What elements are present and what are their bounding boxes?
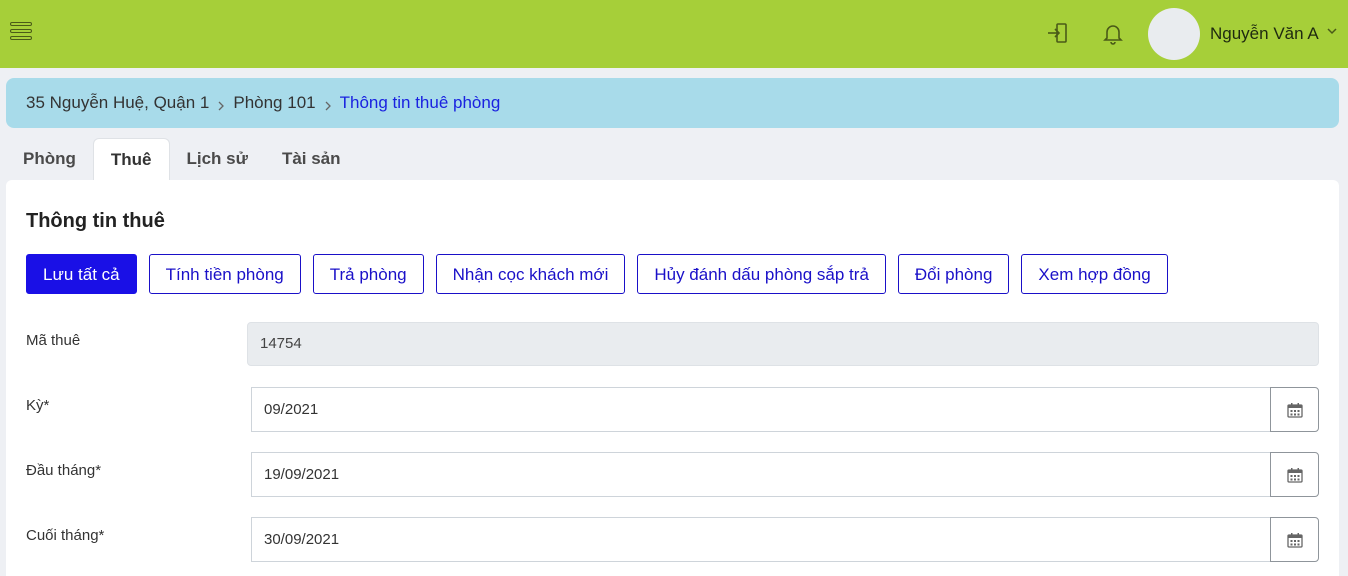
end-date-input[interactable]: 30/09/2021 bbox=[251, 517, 1271, 562]
top-bar: Nguyễn Văn A bbox=[0, 0, 1348, 68]
tab-room[interactable]: Phòng bbox=[6, 138, 93, 181]
tab-bar: Phòng Thuê Lịch sử Tài sản bbox=[6, 138, 358, 182]
rental-info-card: Thông tin thuê Lưu tất cả Tính tiền phòn… bbox=[6, 180, 1339, 576]
calculate-rent-button[interactable]: Tính tiền phòng bbox=[148, 254, 301, 294]
breadcrumb: 35 Nguyễn Huệ, Quận 1 Phòng 101 Thông ti… bbox=[6, 78, 1339, 128]
breadcrumb-item-address[interactable]: 35 Nguyễn Huệ, Quận 1 bbox=[26, 93, 209, 113]
start-date-label: Đầu tháng* bbox=[26, 462, 102, 479]
calendar-icon[interactable] bbox=[1270, 452, 1319, 497]
chevron-down-icon[interactable] bbox=[1325, 24, 1339, 38]
rental-code-field: 14754 bbox=[247, 322, 1319, 366]
new-deposit-button[interactable]: Nhận cọc khách mới bbox=[435, 254, 626, 294]
unmark-checkout-button[interactable]: Hủy đánh dấu phòng sắp trả bbox=[637, 254, 886, 294]
breadcrumb-item-room[interactable]: Phòng 101 bbox=[233, 93, 315, 113]
tab-history[interactable]: Lịch sử bbox=[170, 138, 265, 181]
view-contract-button[interactable]: Xem hợp đồng bbox=[1021, 254, 1168, 294]
start-date-input[interactable]: 19/09/2021 bbox=[251, 452, 1271, 497]
bell-icon[interactable] bbox=[1100, 20, 1126, 46]
menu-icon[interactable] bbox=[10, 22, 34, 46]
change-room-button[interactable]: Đổi phòng bbox=[897, 254, 1010, 294]
calendar-icon[interactable] bbox=[1270, 387, 1319, 432]
checkout-room-button[interactable]: Trả phòng bbox=[312, 254, 424, 294]
rental-code-label: Mã thuê bbox=[26, 332, 81, 349]
page-title: Thông tin thuê bbox=[26, 210, 165, 232]
period-label: Kỳ* bbox=[26, 397, 50, 414]
user-name[interactable]: Nguyễn Văn A bbox=[1210, 24, 1319, 44]
avatar[interactable] bbox=[1148, 8, 1200, 60]
tab-rental[interactable]: Thuê bbox=[92, 138, 170, 181]
chevron-right-icon bbox=[216, 97, 226, 111]
chevron-right-icon bbox=[323, 97, 333, 111]
tab-assets[interactable]: Tài sản bbox=[265, 138, 358, 181]
end-date-label: Cuối tháng* bbox=[26, 527, 105, 544]
calendar-icon[interactable] bbox=[1270, 517, 1319, 562]
exit-door-icon[interactable] bbox=[1045, 20, 1071, 46]
breadcrumb-current: Thông tin thuê phòng bbox=[339, 93, 501, 112]
period-input[interactable]: 09/2021 bbox=[251, 387, 1271, 432]
action-buttons: Lưu tất cả Tính tiền phòng Trả phòng Nhậ… bbox=[26, 254, 1180, 294]
save-all-button[interactable]: Lưu tất cả bbox=[26, 254, 137, 294]
